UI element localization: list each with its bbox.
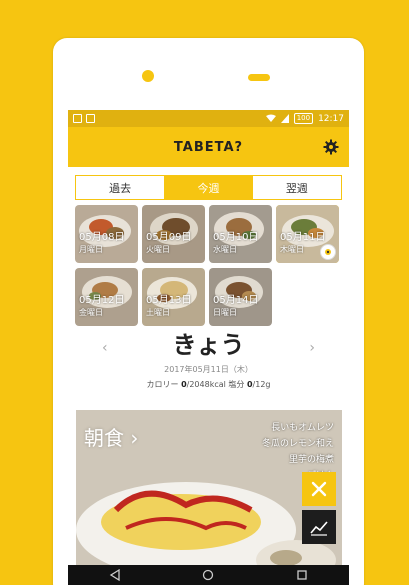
salt-label: 塩分 [228,380,245,389]
signal-icon [280,114,289,123]
app-bar: TABETA? [68,127,349,167]
day-tile-selected[interactable]: 05月11日 木曜日 [276,205,339,263]
day-title: きょう [172,331,245,359]
chef-icon [320,244,336,260]
tab-next-week[interactable]: 翌週 [252,176,341,199]
day-tile[interactable]: 05月10日 水曜日 [209,205,272,263]
notification-icon [73,114,82,123]
home-icon[interactable] [202,569,214,581]
meal-item: 冬瓜のレモン和え [261,439,334,449]
meal-item: 里芋の梅煮 [288,455,334,465]
day-navigator: ‹ きょう › 2017年05月11日（木） カロリー 0/2048kcal 塩… [68,328,349,398]
log-meal-button[interactable] [302,472,336,506]
tab-past-week[interactable]: 過去 [76,176,165,199]
day-weekday: 水曜日 [213,245,237,254]
day-date: 05月14日 [213,295,259,306]
day-date: 05月08日 [79,232,125,243]
day-tile[interactable]: 05月09日 火曜日 [142,205,205,263]
day-tile[interactable]: 05月13日 土曜日 [142,268,205,326]
day-date: 05月12日 [79,295,125,306]
wifi-icon [265,114,276,122]
day-date: 05月10日 [213,232,259,243]
breakfast-card[interactable]: 朝食 › 長いもオムレツ 冬瓜のレモン和え 里芋の梅煮 ごはん [76,410,342,585]
app-screen: 100 12:17 TABETA? 過去 今週 翌週 05月08日 月曜日 05… [68,110,349,585]
clock: 12:17 [318,113,344,124]
day-grid: 05月08日 月曜日 05月09日 火曜日 05月10日 水曜日 05月11日 … [75,205,342,326]
calorie-label: カロリー [146,380,179,389]
day-tile[interactable]: 05月14日 日曜日 [209,268,272,326]
status-bar: 100 12:17 [68,110,349,127]
day-weekday: 日曜日 [213,308,237,317]
earpiece-speaker [248,74,270,81]
salt-total: /12g [252,380,271,389]
app-title: TABETA? [173,139,244,155]
day-date: 05月13日 [146,295,192,306]
system-nav-bar [68,565,349,585]
day-tile[interactable]: 05月12日 金曜日 [75,268,138,326]
next-day-button[interactable]: › [309,340,315,356]
chevron-right-icon: › [130,426,139,450]
week-tabs: 過去 今週 翌週 [75,175,342,200]
day-tile[interactable]: 05月08日 月曜日 [75,205,138,263]
chart-line-icon [310,521,328,536]
recent-apps-icon[interactable] [296,569,308,581]
prev-day-button[interactable]: ‹ [102,340,108,356]
notification-icon [86,114,95,123]
front-camera [142,70,154,82]
day-weekday: 土曜日 [146,308,170,317]
day-weekday: 月曜日 [79,245,103,254]
tab-this-week[interactable]: 今週 [164,176,253,199]
gear-icon[interactable] [323,139,339,155]
fork-knife-icon [311,481,327,497]
meal-title-text: 朝食 [84,426,124,450]
day-date: 05月11日 [280,232,326,243]
day-weekday: 木曜日 [280,245,304,254]
back-icon[interactable] [109,569,121,581]
meal-title: 朝食 › [84,422,138,451]
meal-item: 長いもオムレツ [271,423,334,433]
full-date: 2017年05月11日（木） [164,365,253,374]
battery-icon: 100 [293,113,314,124]
stats-button[interactable] [302,510,336,544]
day-date: 05月09日 [146,232,192,243]
nutrition-summary: カロリー 0/2048kcal 塩分 0/12g [68,379,349,390]
calorie-total: /2048kcal [186,380,226,389]
day-weekday: 金曜日 [79,308,103,317]
day-weekday: 火曜日 [146,245,170,254]
